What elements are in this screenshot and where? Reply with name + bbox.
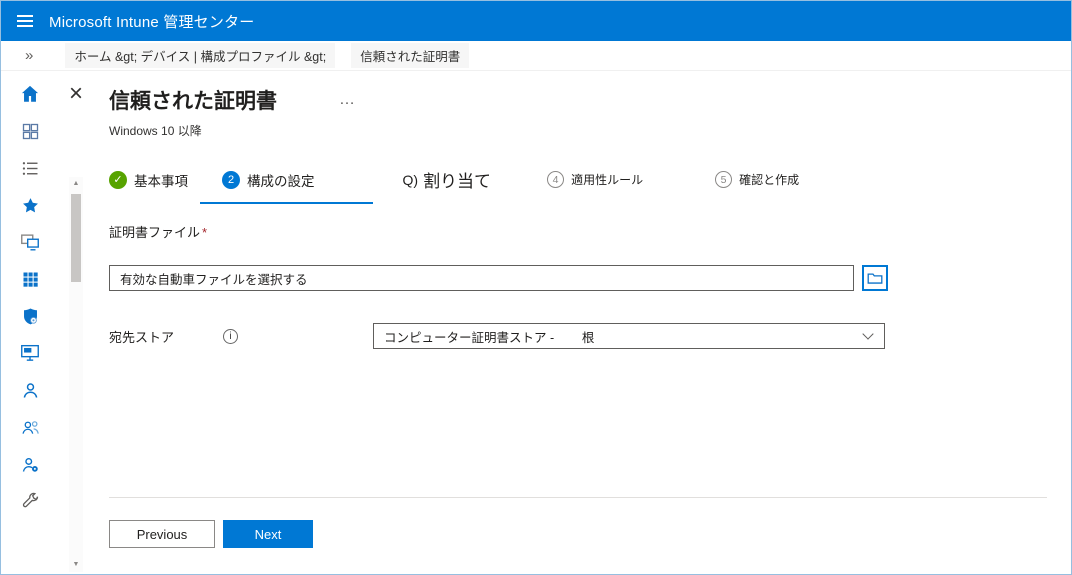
destination-store-value: コンピューター証明書ストア - 根: [384, 330, 595, 345]
scrollbar[interactable]: ▲ ▼: [69, 177, 83, 572]
reports-monitor-icon: [21, 344, 39, 361]
users-icon: [23, 382, 37, 398]
dashboard-icon: [22, 123, 38, 139]
collapse-chevrons-icon[interactable]: »: [25, 48, 33, 63]
breadcrumb-path[interactable]: ホーム &gt; デバイス | 構成プロファイル &gt;: [65, 43, 336, 68]
chevron-down-icon: [862, 328, 874, 340]
destination-store-dropdown[interactable]: コンピューター証明書ストア - 根: [373, 323, 885, 349]
blade-gutter: × ▲ ▼: [59, 71, 93, 574]
blade-content: 信頼された証明書 … Windows 10 以降 ✓ 基本事項 2 構成の設定 …: [93, 71, 1071, 574]
scrollbar-thumb[interactable]: [71, 194, 81, 282]
info-icon[interactable]: i: [223, 328, 238, 344]
page-subtitle: Windows 10 以降: [109, 124, 202, 138]
step-review-create[interactable]: 5 確認と作成: [715, 171, 811, 202]
page-title: 信頼された証明書: [109, 90, 277, 113]
step-review-label: 確認と作成: [739, 173, 800, 187]
more-options-icon[interactable]: …: [339, 91, 356, 109]
destination-store-label: 宛先ストア: [109, 329, 175, 345]
tenant-admin-icon: [22, 457, 38, 472]
wizard-footer: Previous Next: [109, 498, 1047, 574]
sidebar-item-home[interactable]: [18, 83, 42, 105]
certificate-file-row: [109, 265, 1047, 291]
top-bar: Microsoft Intune 管理センター: [1, 1, 1071, 41]
scroll-up-icon[interactable]: ▲: [69, 177, 83, 191]
sidebar-item-devices[interactable]: [18, 231, 42, 253]
sidebar-item-dashboard[interactable]: [18, 120, 42, 142]
destination-store-row: 宛先ストア i コンピューター証明書ストア - 根: [109, 323, 1047, 349]
certificate-file-input[interactable]: [109, 265, 854, 291]
body-region: × ▲ ▼ 信頼された証明書 … Windows 10 以降 ✓ 基本事項 2: [1, 71, 1071, 574]
sidebar-item-groups[interactable]: [18, 416, 42, 438]
sidebar-item-all-services[interactable]: [18, 157, 42, 179]
hamburger-menu-icon[interactable]: [15, 11, 35, 31]
sidebar-item-endpoint-security[interactable]: [18, 305, 42, 327]
scroll-down-icon[interactable]: ▼: [69, 558, 83, 572]
step-basics-check-icon: ✓: [109, 170, 127, 189]
step-basics[interactable]: ✓ 基本事項: [109, 170, 200, 204]
close-icon[interactable]: ×: [64, 82, 88, 107]
sidebar-item-tenant-administration[interactable]: [18, 453, 42, 475]
apps-icon: [23, 272, 38, 287]
breadcrumb-bar: » ホーム &gt; デバイス | 構成プロファイル &gt; 信頼された証明書: [1, 41, 1071, 71]
sidebar: [1, 71, 59, 574]
required-marker: *: [202, 225, 208, 240]
all-services-icon: [22, 161, 37, 175]
step-assignments-label: 割り当て: [423, 172, 492, 191]
step-applicability-label: 適用性ルール: [571, 173, 644, 187]
endpoint-security-shield-icon: [23, 307, 37, 324]
previous-button[interactable]: Previous: [109, 520, 215, 548]
intune-admin-window: Microsoft Intune 管理センター » ホーム &gt; デバイス …: [0, 0, 1072, 575]
home-icon: [21, 85, 39, 102]
browse-file-button[interactable]: [862, 265, 888, 291]
sidebar-item-troubleshooting[interactable]: [18, 490, 42, 512]
groups-icon: [21, 420, 39, 434]
wizard-steps: ✓ 基本事項 2 構成の設定 Q) 割り当て 4 適用性ルール 5 確認と作成: [109, 167, 1047, 206]
next-button[interactable]: Next: [223, 520, 313, 548]
sidebar-item-reports[interactable]: [18, 342, 42, 364]
certificate-file-label: 証明書ファイル *: [109, 222, 1047, 241]
step-applicability-number: 4: [547, 171, 565, 188]
step-basics-label: 基本事項: [134, 173, 188, 189]
devices-icon: [21, 234, 39, 251]
breadcrumb-current: 信頼された証明書: [351, 43, 470, 68]
step-review-number: 5: [715, 171, 733, 188]
step-applicability-rules[interactable]: 4 適用性ルール: [547, 171, 655, 202]
step-configuration-number: 2: [222, 170, 240, 189]
folder-icon: [867, 272, 883, 284]
app-title[interactable]: Microsoft Intune 管理センター: [49, 11, 254, 32]
favorites-star-icon: [22, 197, 38, 212]
step-configuration-label: 構成の設定: [247, 173, 315, 189]
troubleshooting-wrench-icon: [22, 492, 38, 507]
sidebar-item-apps[interactable]: [18, 268, 42, 290]
sidebar-item-favorites[interactable]: [18, 194, 42, 216]
certificate-file-label-text: 証明書ファイル: [109, 225, 201, 240]
step-assignments-marker: Q): [402, 171, 419, 188]
sidebar-item-users[interactable]: [18, 379, 42, 401]
step-assignments[interactable]: Q) 割り当て: [403, 167, 504, 206]
step-configuration-settings[interactable]: 2 構成の設定: [200, 170, 373, 204]
